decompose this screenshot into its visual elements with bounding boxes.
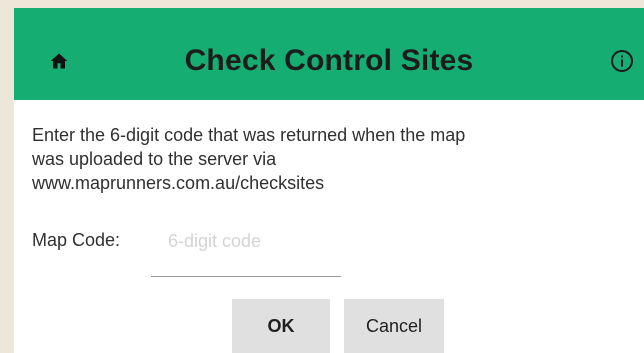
map-code-input[interactable] — [168, 228, 358, 254]
instruction-line-3: www.maprunners.com.au/checksites — [32, 173, 325, 193]
instruction-line-1: Enter the 6-digit code that was returned… — [32, 125, 466, 145]
dialog-header: Check Control Sites — [14, 8, 644, 100]
ok-button[interactable]: OK — [232, 299, 330, 353]
check-control-sites-dialog: Check Control Sites Enter the 6-digit co… — [14, 8, 644, 353]
background-strip — [0, 0, 644, 8]
instruction-line-2: was uploaded to the server via — [32, 149, 277, 169]
instruction-text: Enter the 6-digit code that was returned… — [32, 123, 632, 195]
map-code-label: Map Code: — [32, 230, 121, 250]
dialog-title: Check Control Sites — [184, 44, 474, 77]
info-icon[interactable] — [610, 49, 634, 73]
cancel-button[interactable]: Cancel — [344, 299, 444, 353]
map-code-underline — [151, 276, 341, 277]
